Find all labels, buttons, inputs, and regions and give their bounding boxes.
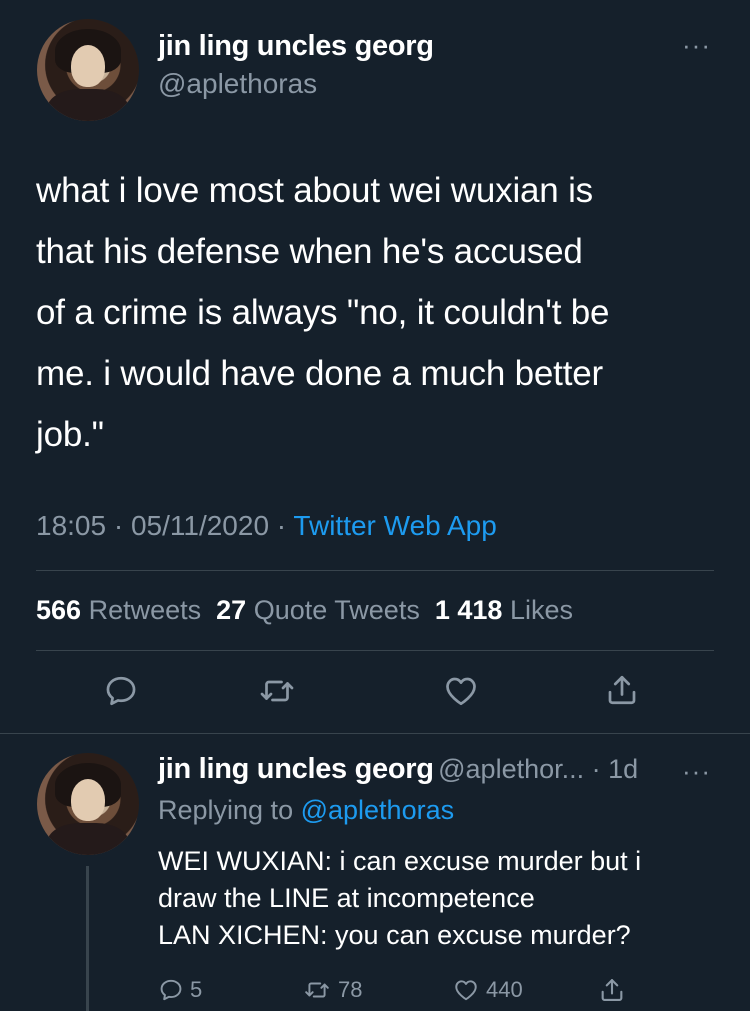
like-icon[interactable] <box>442 673 480 709</box>
reply-text-line: draw the LINE at incompetence <box>158 883 535 913</box>
divider <box>36 650 714 651</box>
replying-to-handle[interactable]: @aplethoras <box>301 795 455 825</box>
reply-display-name[interactable]: jin ling uncles georg <box>158 753 434 785</box>
likes-label: Likes <box>509 595 573 625</box>
more-icon[interactable]: ··· <box>682 30 711 61</box>
replying-prefix: Replying to <box>158 795 301 825</box>
reply-text-line: WEI WUXIAN: i can excuse murder but i <box>158 846 642 876</box>
separator: · <box>269 510 294 541</box>
user-handle[interactable]: @aplethoras <box>158 68 317 100</box>
share-icon[interactable] <box>604 671 640 709</box>
tweet-time[interactable]: 18:05 <box>36 510 106 541</box>
divider <box>36 570 714 571</box>
reply-reply-button[interactable]: 5 <box>158 977 202 1003</box>
reply-like-button[interactable]: 440 <box>452 977 523 1003</box>
quotes-label: Quote Tweets <box>253 595 420 625</box>
avatar[interactable] <box>37 19 139 121</box>
quotes-count: 27 <box>216 595 247 625</box>
tweet-text: what i love most about wei wuxian is tha… <box>36 160 736 465</box>
reply-count: 5 <box>190 977 203 1002</box>
retweets-label: Retweets <box>88 595 202 625</box>
like-icon <box>452 977 480 1003</box>
retweet-icon[interactable] <box>258 673 296 709</box>
tweet-text-line: job." <box>36 415 104 454</box>
separator: · <box>106 510 131 541</box>
tweet-text-line: me. i would have done a much better <box>36 354 603 393</box>
more-icon[interactable]: ··· <box>682 756 711 787</box>
share-icon[interactable] <box>598 975 626 1005</box>
quotes-stat[interactable]: 27 Quote Tweets <box>216 595 420 625</box>
reply-header: jin ling uncles georg @aplethor... · 1d <box>158 753 638 786</box>
tweet-date[interactable]: 05/11/2020 <box>131 510 269 541</box>
replying-to: Replying to @aplethoras <box>158 795 454 826</box>
retweet-count: 78 <box>338 977 363 1002</box>
tweet-meta: 18:05 · 05/11/2020 · Twitter Web App <box>36 510 497 542</box>
tweet-text-line: what i love most about wei wuxian is <box>36 171 593 210</box>
reply-avatar[interactable] <box>37 753 139 855</box>
reply-icon[interactable] <box>103 673 139 709</box>
likes-count: 1 418 <box>434 595 503 625</box>
retweet-icon <box>302 977 332 1003</box>
tweet-text-line: of a crime is always "no, it couldn't be <box>36 293 610 332</box>
tweet-source-app[interactable]: Twitter Web App <box>293 510 496 541</box>
retweets-count: 566 <box>36 595 82 625</box>
tweet-stats: 566 Retweets 27 Quote Tweets 1 418 Likes <box>36 595 573 626</box>
reply-text: WEI WUXIAN: i can excuse murder but i dr… <box>158 843 738 954</box>
reply-retweet-button[interactable]: 78 <box>302 977 362 1003</box>
like-count: 440 <box>486 977 523 1002</box>
display-name[interactable]: jin ling uncles georg <box>158 30 434 63</box>
divider <box>0 733 750 734</box>
retweets-stat[interactable]: 566 Retweets <box>36 595 201 625</box>
likes-stat[interactable]: 1 418 Likes <box>435 595 573 625</box>
reply-handle-time[interactable]: @aplethor... · 1d <box>438 754 638 784</box>
thread-line <box>86 866 89 1011</box>
reply-icon <box>158 977 184 1003</box>
reply-text-line: LAN XICHEN: you can excuse murder? <box>158 920 631 950</box>
tweet-text-line: that his defense when he's accused <box>36 232 583 271</box>
